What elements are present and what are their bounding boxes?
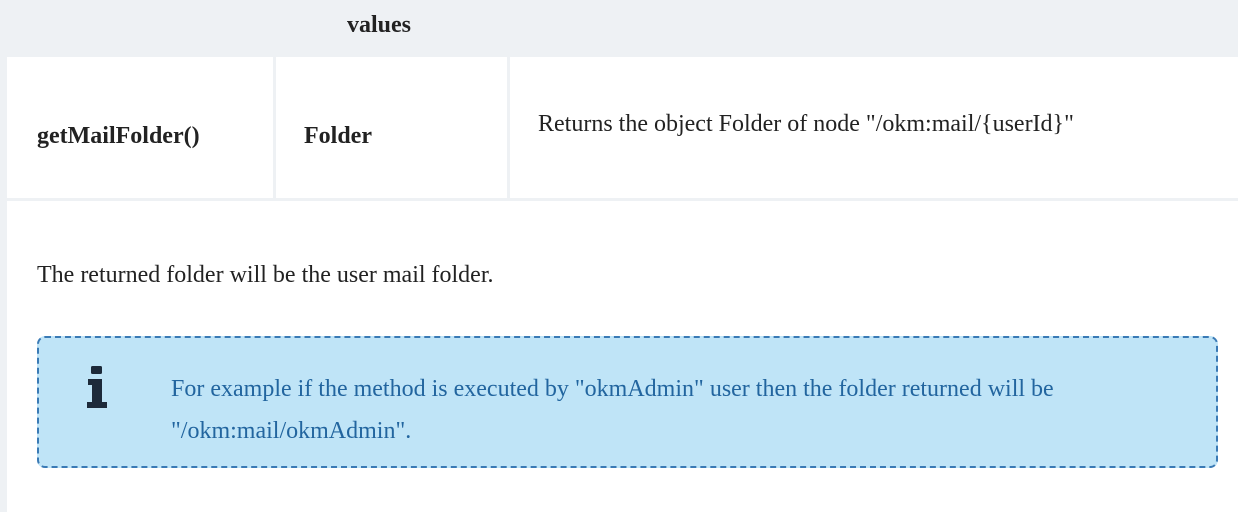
left-border bbox=[0, 0, 7, 512]
table-header-values: values bbox=[347, 12, 412, 38]
row-divider bbox=[7, 198, 1238, 201]
table-row: getMailFolder() Folder Returns the objec… bbox=[7, 57, 1238, 198]
description-paragraph: The returned folder will be the user mai… bbox=[37, 262, 494, 288]
doc-page: values getMailFolder() Folder Returns th… bbox=[0, 0, 1238, 512]
method-name-cell: getMailFolder() bbox=[37, 123, 200, 149]
description-cell: Returns the object Folder of node "/okm:… bbox=[507, 57, 1238, 198]
return-type-cell: Folder bbox=[273, 57, 507, 198]
info-icon bbox=[87, 366, 107, 408]
info-callout-text: For example if the method is executed by… bbox=[171, 376, 1054, 444]
table-header-row: values bbox=[7, 0, 1238, 59]
